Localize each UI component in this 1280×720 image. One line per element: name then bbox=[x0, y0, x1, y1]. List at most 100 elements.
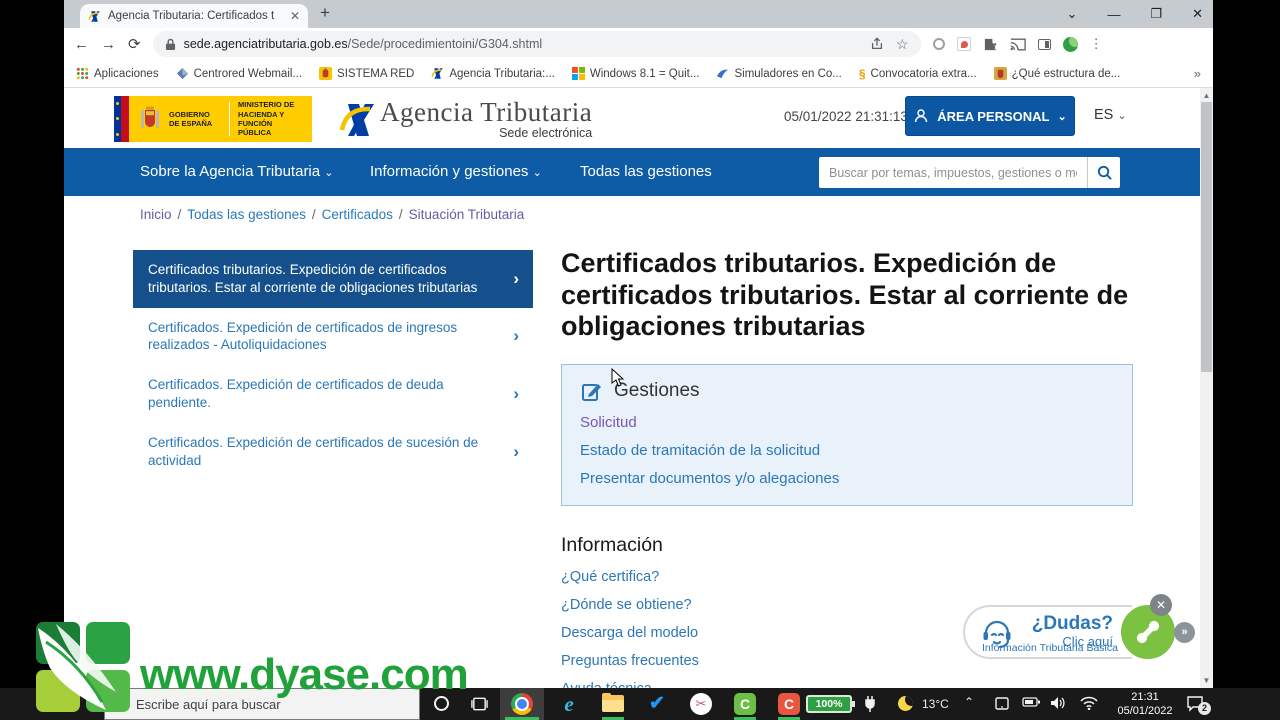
browser-tab[interactable]: Agencia Tributaria: Certificados t ✕ bbox=[80, 4, 308, 28]
page-scrollbar[interactable]: ▲ ▼ bbox=[1200, 88, 1213, 688]
scrollbar-thumb[interactable] bbox=[1201, 102, 1212, 372]
mouse-cursor bbox=[611, 368, 625, 388]
area-personal-button[interactable]: ÁREA PERSONAL ⌄ bbox=[905, 96, 1075, 136]
link-estado-tramitacion[interactable]: Estado de tramitación de la solicitud bbox=[580, 442, 1114, 459]
ministerio-label: MINISTERIO DE HACIENDA Y FUNCIÓN PÚBLICA bbox=[238, 100, 302, 138]
tablet-mode-icon[interactable] bbox=[994, 696, 1010, 711]
time-label: 21:31 bbox=[1112, 691, 1178, 705]
pdf-extension-icon[interactable] bbox=[957, 37, 971, 51]
chevron-right-icon: › bbox=[513, 383, 519, 405]
notification-badge: 2 bbox=[1198, 702, 1211, 715]
taskbar-recorder-icon[interactable]: C bbox=[778, 693, 800, 715]
bookmark-agencia-tributaria[interactable]: Agencia Tributaria:... bbox=[431, 67, 554, 80]
taskbar-tasks-app-icon[interactable]: ✔ bbox=[646, 693, 668, 715]
site-search-input[interactable] bbox=[819, 157, 1087, 188]
link-solicitud[interactable]: Solicitud bbox=[580, 414, 1114, 431]
address-bar[interactable]: sede.agenciatributaria.gob.es/Sede/proce… bbox=[153, 31, 921, 57]
dudas-title: ¿Dudas? bbox=[1032, 613, 1113, 635]
tab-close-icon[interactable]: ✕ bbox=[290, 9, 300, 23]
dudas-expand-icon[interactable]: » bbox=[1174, 622, 1195, 643]
header-datetime: 05/01/2022 21:31:13 bbox=[784, 109, 908, 124]
sidebar-item-sucesion-actividad[interactable]: Certificados. Expedición de certificados… bbox=[133, 423, 533, 481]
forward-button[interactable]: → bbox=[101, 36, 116, 53]
green-extension-icon[interactable] bbox=[1063, 37, 1078, 52]
agencia-tributaria-icon bbox=[431, 67, 444, 80]
window-close-button[interactable]: ✕ bbox=[1192, 6, 1203, 22]
taskbar-snipping-tool-icon[interactable]: ✂ bbox=[690, 693, 712, 715]
back-button[interactable]: ← bbox=[74, 36, 89, 53]
sidebar-menu: Certificados tributarios. Expedición de … bbox=[133, 250, 533, 481]
extension-circle-icon[interactable] bbox=[933, 38, 945, 50]
tab-strip: Agencia Tributaria: Certificados t ✕ + ⌄… bbox=[64, 0, 1213, 28]
bookmark-windows[interactable]: Windows 8.1 = Quit... bbox=[572, 67, 700, 80]
chevron-down-icon: ⌄ bbox=[533, 167, 542, 179]
government-logo-block: GOBIERNO DE ESPAÑA MINISTERIO DE HACIEND… bbox=[114, 96, 312, 142]
dudas-close-icon[interactable]: ✕ bbox=[1150, 594, 1172, 616]
site-search-button[interactable] bbox=[1087, 157, 1120, 188]
sidebar-item-deuda-pendiente[interactable]: Certificados. Expedición de certificados… bbox=[133, 365, 533, 423]
bookmark-convocatoria[interactable]: § Convocatoria extra... bbox=[859, 67, 977, 81]
phone-icon bbox=[1131, 615, 1165, 649]
scroll-down-icon[interactable]: ▼ bbox=[1200, 674, 1213, 687]
windows-logo-icon bbox=[572, 67, 585, 80]
bookmark-star-icon[interactable]: ☆ bbox=[896, 36, 909, 53]
sidebar-item-ingresos-realizados[interactable]: Certificados. Expedición de certificados… bbox=[133, 308, 533, 366]
extensions-puzzle-icon[interactable] bbox=[983, 37, 998, 52]
window-minimize-button[interactable]: — bbox=[1107, 7, 1120, 22]
breadcrumb-inicio[interactable]: Inicio bbox=[140, 207, 172, 222]
bookmark-centrored[interactable]: Centrored Webmail... bbox=[176, 67, 302, 80]
edit-pencil-icon bbox=[580, 379, 604, 403]
task-view-icon[interactable] bbox=[471, 696, 488, 712]
taskbar-chrome-icon[interactable] bbox=[511, 693, 533, 715]
link-que-certifica[interactable]: ¿Qué certifica? bbox=[561, 569, 1133, 585]
spain-coat-of-arms-icon bbox=[139, 104, 161, 134]
browser-window: Agencia Tributaria: Certificados t ✕ + ⌄… bbox=[64, 0, 1213, 688]
link-ayuda-tecnica[interactable]: Ayuda técnica bbox=[561, 681, 1133, 688]
new-tab-button[interactable]: + bbox=[320, 3, 330, 23]
sidebar-item-certificados-tributarios[interactable]: Certificados tributarios. Expedición de … bbox=[133, 250, 533, 308]
agencia-tributaria-logo-icon[interactable] bbox=[338, 100, 378, 140]
share-icon[interactable] bbox=[870, 37, 884, 51]
tray-battery-icon[interactable] bbox=[1022, 696, 1040, 708]
nav-todas-gestiones[interactable]: Todas las gestiones bbox=[580, 163, 712, 180]
reload-button[interactable]: ⟳ bbox=[128, 35, 141, 53]
window-restore-button[interactable]: ❐ bbox=[1150, 6, 1162, 22]
taskbar-clock[interactable]: 21:31 05/01/2022 bbox=[1112, 691, 1178, 719]
wifi-icon[interactable] bbox=[1080, 696, 1098, 710]
window-profile-chevron-icon[interactable]: ⌄ bbox=[1067, 6, 1078, 22]
tray-chevron-up-icon[interactable]: ⌃ bbox=[964, 695, 974, 709]
breadcrumb-situacion-tributaria[interactable]: Situación Tributaria bbox=[409, 207, 525, 222]
nav-informacion-gestiones[interactable]: Información y gestiones ⌄ bbox=[370, 163, 542, 180]
bookmark-simuladores[interactable]: Simuladores en Co... bbox=[716, 67, 841, 80]
language-selector[interactable]: ES ⌄ bbox=[1094, 107, 1127, 123]
breadcrumb-todas-gestiones[interactable]: Todas las gestiones bbox=[187, 207, 306, 222]
scroll-up-icon[interactable]: ▲ bbox=[1200, 89, 1213, 102]
weather-moon-icon[interactable] bbox=[898, 696, 913, 711]
taskbar-file-explorer-icon[interactable] bbox=[602, 693, 624, 715]
lock-icon bbox=[165, 38, 176, 51]
bookmark-sistema-red[interactable]: SISTEMA RED bbox=[319, 67, 414, 80]
search-icon bbox=[1096, 164, 1113, 181]
bookmark-estructura[interactable]: ¿Qué estructura de... bbox=[994, 67, 1121, 80]
speaker-icon[interactable] bbox=[1050, 696, 1066, 710]
taskbar-camtasia-icon[interactable]: C bbox=[734, 693, 756, 715]
url-text: sede.agenciatributaria.gob.es/Sede/proce… bbox=[184, 37, 543, 51]
taskbar-internet-explorer-icon[interactable]: e bbox=[558, 693, 580, 715]
site-brand[interactable]: Agencia Tributaria bbox=[380, 97, 592, 128]
link-presentar-documentos[interactable]: Presentar documentos y/o alegaciones bbox=[580, 470, 1114, 487]
gestiones-title: Gestiones bbox=[614, 380, 700, 402]
gobierno-label: GOBIERNO DE ESPAÑA bbox=[169, 110, 221, 129]
bookmarks-overflow-chevron[interactable]: » bbox=[1194, 66, 1201, 81]
battery-level-widget[interactable]: 100% bbox=[806, 695, 852, 713]
breadcrumb: Inicio/Todas las gestiones/Certificados/… bbox=[140, 207, 524, 222]
bookmark-apps[interactable]: Aplicaciones bbox=[76, 67, 159, 80]
cast-icon[interactable] bbox=[1010, 38, 1026, 51]
nav-sobre-agencia[interactable]: Sobre la Agencia Tributaria ⌄ bbox=[140, 163, 334, 180]
apps-grid-icon bbox=[76, 67, 89, 80]
breadcrumb-certificados[interactable]: Certificados bbox=[322, 207, 393, 222]
flag-red-strip bbox=[121, 96, 129, 142]
browser-menu-icon[interactable]: ⋮ bbox=[1090, 36, 1103, 52]
side-panel-icon[interactable] bbox=[1038, 39, 1051, 50]
temperature-label[interactable]: 13°C bbox=[922, 697, 949, 711]
dyase-logo-icon bbox=[36, 622, 132, 714]
